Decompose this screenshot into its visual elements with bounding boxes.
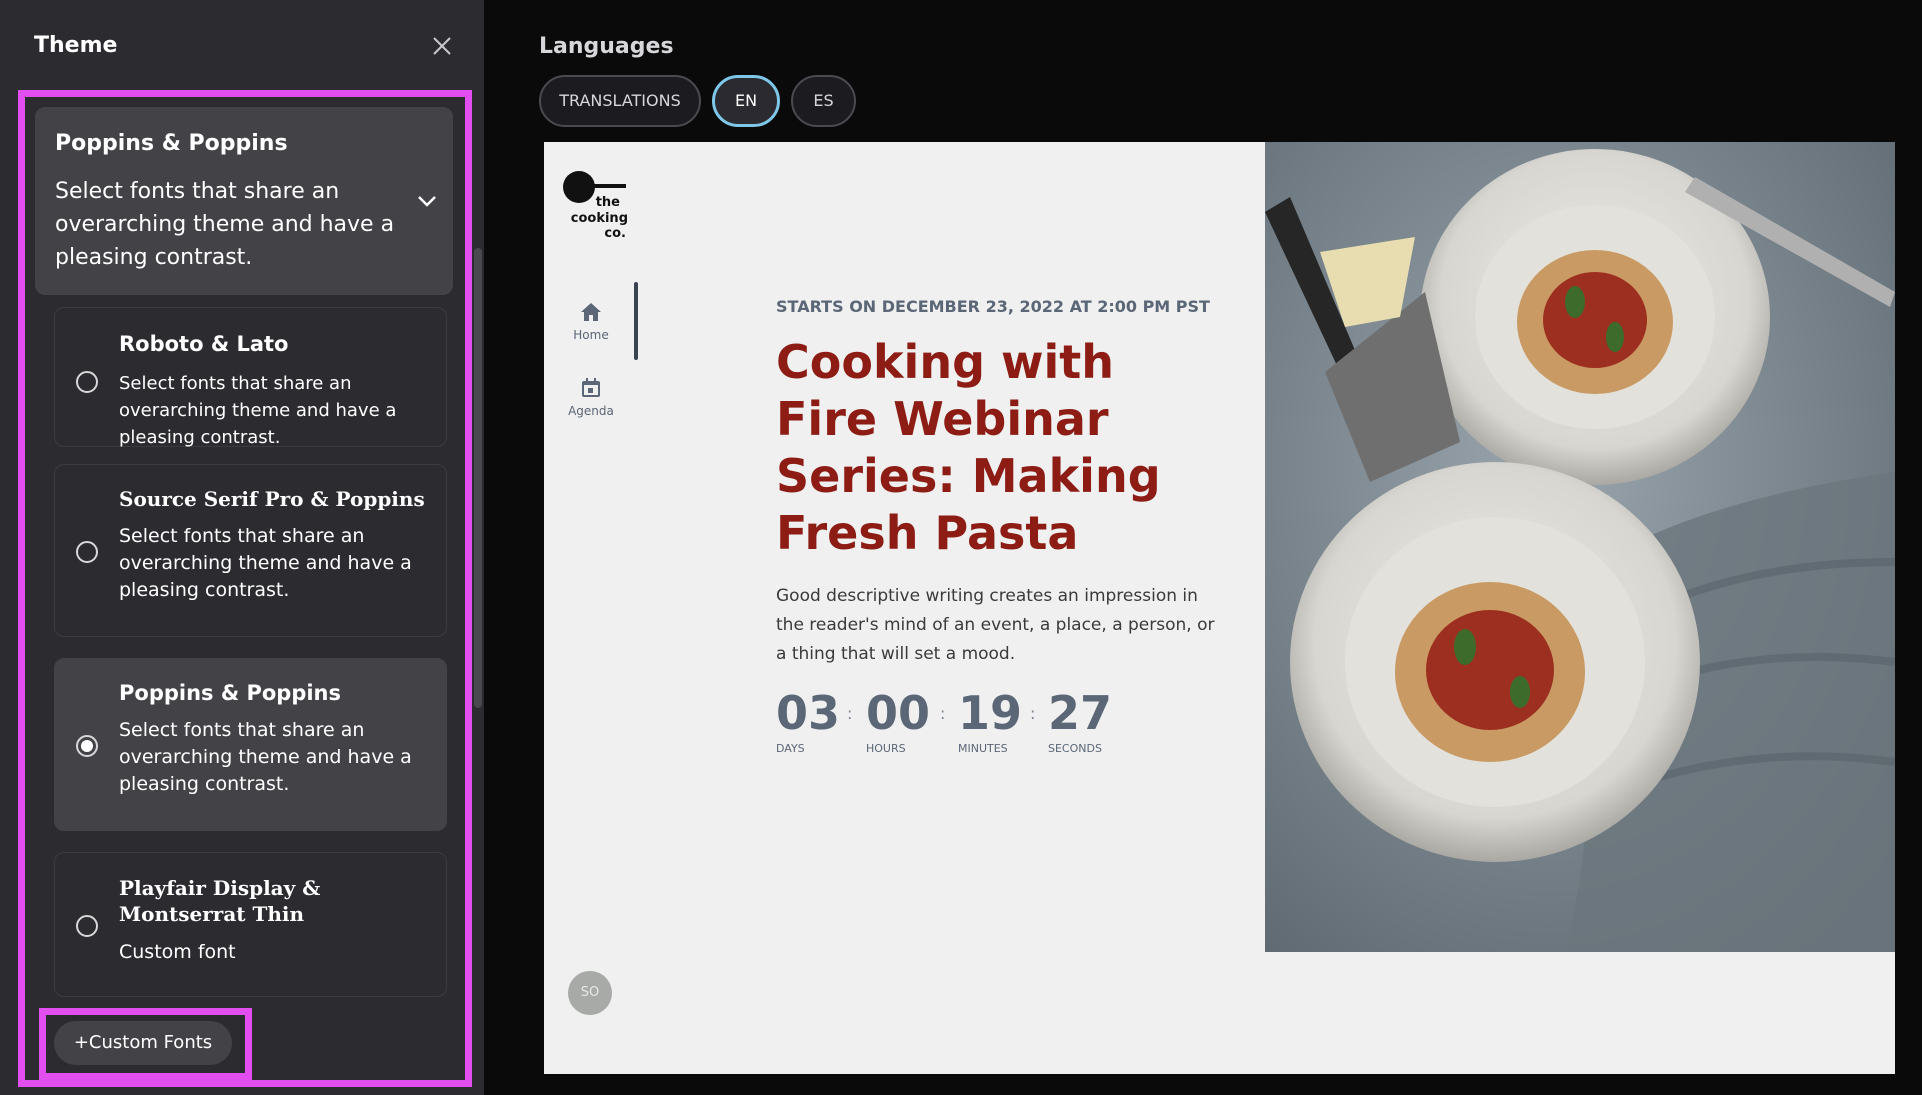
nav-label: Agenda [568, 404, 614, 418]
font-list: Poppins & Poppins Select fonts that shar… [25, 97, 465, 1080]
app-window: Theme Poppins & Poppins Select fonts tha… [0, 0, 1922, 1095]
logo-text: the [596, 195, 620, 210]
translations-pill[interactable]: TRANSLATIONS [539, 75, 701, 127]
radio-button[interactable] [76, 541, 98, 563]
countdown-separator: : [940, 704, 946, 723]
countdown-minutes: 19 MINUTES [958, 686, 1022, 755]
radio-button[interactable] [76, 371, 98, 393]
countdown-label: DAYS [776, 742, 805, 755]
font-option-name: Poppins & Poppins [119, 681, 341, 705]
countdown-value: 19 [958, 686, 1023, 740]
event-start-date: STARTS ON DECEMBER 23, 2022 AT 2:00 PM P… [776, 297, 1210, 316]
countdown-days: 03 DAYS [776, 686, 840, 755]
selected-font-name: Poppins & Poppins [55, 131, 288, 156]
event-preview: the cooking co. Home Agenda STARTS ON DE… [544, 142, 1895, 1074]
event-description: Good descriptive writing creates an impr… [776, 586, 1215, 664]
font-option-name: Roboto & Lato [119, 332, 289, 356]
font-option-name: Playfair Display & Montserrat Thin [119, 876, 321, 926]
countdown-seconds: 27 SECONDS [1048, 686, 1112, 755]
logo-text: cooking [571, 211, 628, 226]
font-option-poppins-poppins[interactable]: Poppins & Poppins Select fonts that shar… [54, 658, 447, 831]
event-title: Cooking with Fire Webinar Series: Making… [776, 335, 1161, 560]
countdown-value: 00 [866, 686, 931, 740]
pasta-photo [1265, 142, 1895, 952]
avatar[interactable]: SO [568, 971, 612, 1015]
countdown-value: 03 [776, 686, 841, 740]
countdown-value: 27 [1048, 686, 1113, 740]
nav-active-indicator [634, 282, 638, 360]
nav-label: Home [573, 328, 609, 342]
countdown-label: MINUTES [958, 742, 1008, 755]
sidebar-title: Theme [34, 33, 118, 58]
font-option-description: Select fonts that share an overarching t… [119, 719, 412, 795]
languages-title: Languages [539, 34, 674, 59]
close-icon[interactable] [428, 32, 456, 60]
font-option-source-serif-poppins[interactable]: Source Serif Pro & Poppins Select fonts … [54, 464, 447, 637]
font-dropdown[interactable]: Poppins & Poppins Select fonts that shar… [35, 107, 453, 295]
home-icon [581, 303, 601, 321]
calendar-icon [582, 378, 600, 397]
nav-item-home[interactable]: Home [566, 302, 616, 342]
font-option-description: Custom font [119, 941, 236, 963]
radio-button[interactable] [76, 735, 98, 757]
sidebar-scrollbar[interactable] [474, 248, 482, 708]
selected-font-description: Select fonts that share an overarching t… [55, 179, 395, 270]
font-option-description: Select fonts that share an overarching t… [119, 373, 397, 448]
countdown-separator: : [1030, 704, 1036, 723]
countdown-separator: : [847, 704, 853, 723]
font-option-roboto-lato[interactable]: Roboto & Lato Select fonts that share an… [54, 307, 447, 448]
logo-text: co. [604, 226, 626, 240]
font-option-playfair-montserrat[interactable]: Playfair Display & Montserrat Thin Custo… [54, 852, 447, 997]
theme-sidebar: Theme Poppins & Poppins Select fonts tha… [0, 0, 484, 1095]
radio-button[interactable] [76, 915, 98, 937]
company-logo: the cooking co. [563, 171, 628, 240]
countdown-hours: 00 HOURS [866, 686, 930, 755]
chevron-down-icon[interactable] [415, 189, 439, 213]
en-pill[interactable]: EN [712, 75, 780, 127]
nav-item-agenda[interactable]: Agenda [562, 378, 620, 418]
custom-fonts-button[interactable]: +Custom Fonts [54, 1021, 232, 1065]
es-pill[interactable]: ES [791, 75, 856, 127]
font-option-name: Source Serif Pro & Poppins [119, 487, 425, 511]
countdown-label: HOURS [866, 742, 906, 755]
countdown-label: SECONDS [1048, 742, 1102, 755]
font-option-description: Select fonts that share an overarching t… [119, 525, 412, 601]
